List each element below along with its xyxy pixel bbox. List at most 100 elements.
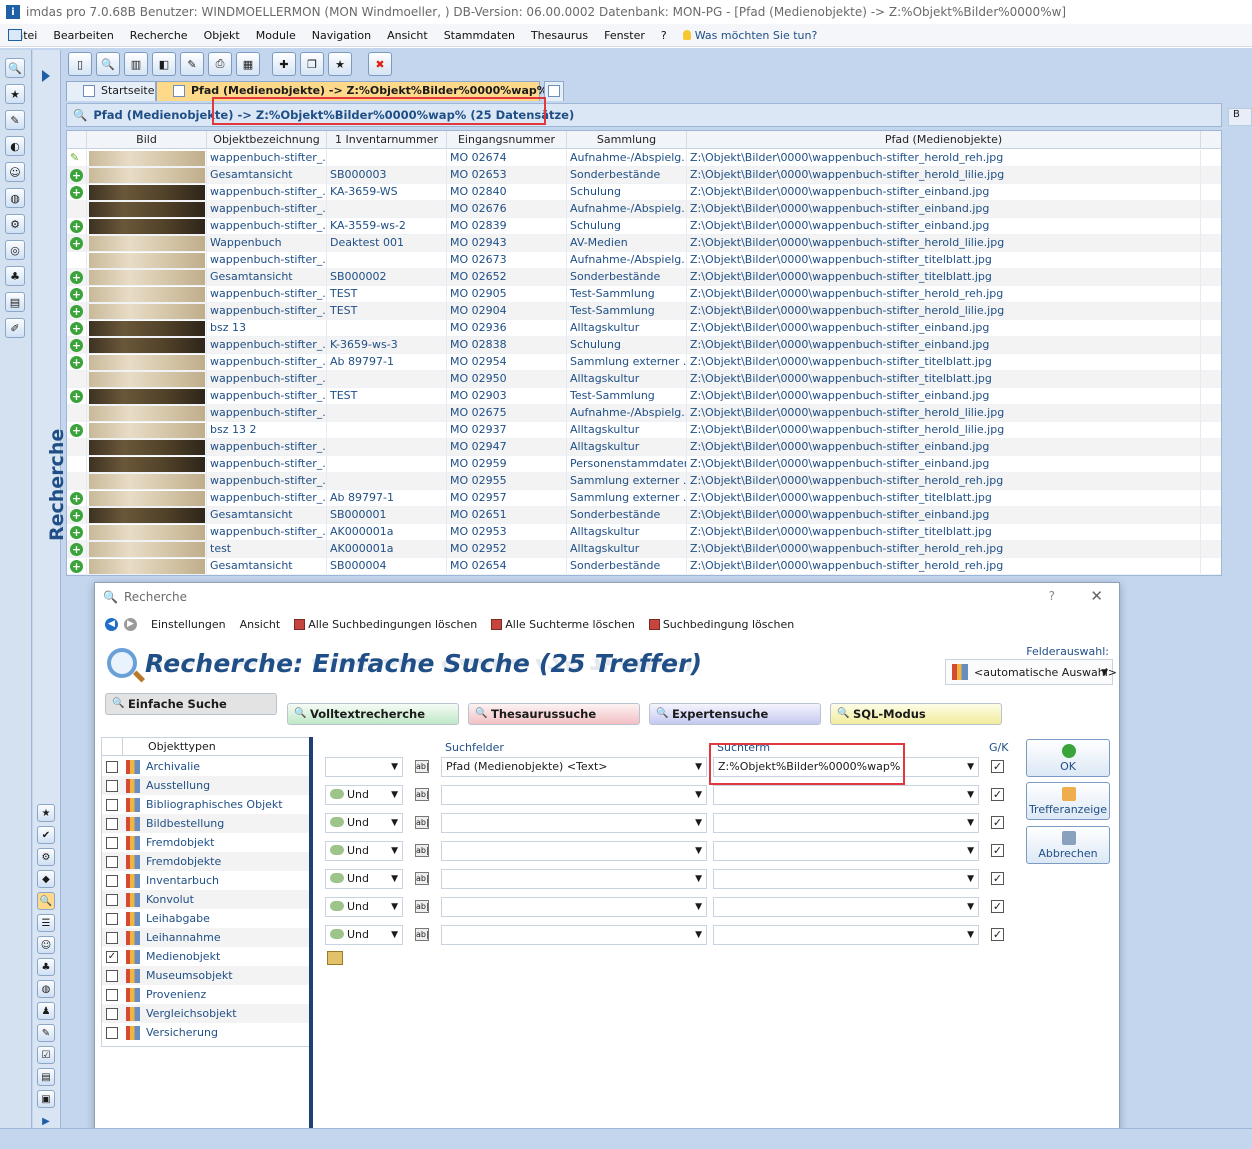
person-icon[interactable]: ♟ [37,1002,55,1020]
menu-bearbeiten[interactable]: Bearbeiten [45,29,121,42]
note-icon[interactable]: ✎ [37,1024,55,1042]
felderauswahl-select[interactable]: <automatische Auswahl> ▼ [945,659,1117,685]
table-row[interactable]: + Gesamtansicht SB000004 MO 02654 Sonderbest… [67,558,1221,575]
table-row[interactable]: wappenbuch-stifter_... MO 02676 Aufnahme-/… [67,201,1221,218]
suchfeld-select[interactable]: ▼ [441,785,707,805]
objekttyp-item[interactable]: Inventarbuch [102,871,310,890]
suchterm-input[interactable]: ▼ [713,869,979,889]
col-sammlung[interactable]: Sammlung [567,131,687,148]
table-row[interactable]: ✎ wappenbuch-stifter_... MO 02674 Aufnahme-… [67,150,1221,167]
operator-select[interactable]: Und ▼ [325,869,403,889]
gk-checkbox[interactable]: ✓ [991,760,1004,773]
target-icon[interactable]: ◎ [5,240,25,260]
save-icon[interactable]: ▦ [236,52,260,76]
text-type-icon[interactable]: ab| [415,788,429,801]
menu-module[interactable]: Module [248,29,304,42]
col-objektbezeichnung[interactable]: Objektbezeichnung [207,131,327,148]
gk-checkbox[interactable]: ✓ [991,900,1004,913]
tab-startseite[interactable]: Startseite [66,81,156,101]
plus-icon[interactable]: + [70,186,83,199]
table-row[interactable]: + wappenbuch-stifter_... KA-3559-ws-2 MO 02… [67,218,1221,235]
operator-select[interactable]: Und ▼ [325,785,403,805]
operator-select[interactable]: Und ▼ [325,925,403,945]
mode-expertensuche[interactable]: 🔍 Expertensuche [649,703,821,725]
operator-select[interactable]: Und ▼ [325,841,403,861]
objekttyp-checkbox[interactable] [106,912,118,925]
menu-ansicht[interactable]: Ansicht [379,29,436,42]
plus-icon[interactable]: + [70,237,83,250]
image-icon[interactable]: ▤ [5,292,25,312]
plus-icon[interactable]: + [70,356,83,369]
tools-icon[interactable]: ⚙ [5,214,25,234]
col-pfad[interactable]: Pfad (Medienobjekte) [687,131,1201,148]
col-eingangsnummer[interactable]: Eingangsnummer [447,131,567,148]
objekttyp-item[interactable]: Museumsobjekt [102,966,310,985]
table-row[interactable]: wappenbuch-stifter_... MO 02675 Aufnahme-/… [67,405,1221,422]
suchterm-input[interactable]: ▼ [713,925,979,945]
menu-objekt[interactable]: Objekt [196,29,248,42]
back-icon[interactable]: ◀ [105,617,118,631]
window-icon[interactable]: ▥ [124,52,148,76]
add-condition-icon[interactable] [327,951,343,965]
text-type-icon[interactable]: ab| [415,872,429,885]
globe-icon[interactable]: ◍ [37,980,55,998]
suchfeld-select[interactable]: ▼ [441,841,707,861]
star-record-icon[interactable]: ★ [328,52,352,76]
plus-icon[interactable]: + [70,220,83,233]
plus-icon[interactable]: + [70,492,83,505]
table-row[interactable]: + Gesamtansicht SB000003 MO 02653 Sonderbest… [67,167,1221,184]
table-row[interactable]: wappenbuch-stifter_... MO 02673 Aufnahme-/… [67,252,1221,269]
suchfeld-select[interactable]: ▼ [441,813,707,833]
col-bild[interactable]: Bild [87,131,207,148]
plus-icon[interactable]: + [70,543,83,556]
search-icon[interactable]: 🔍 [37,892,55,910]
people-icon[interactable]: ☺ [5,162,25,182]
objekttyp-checkbox[interactable] [106,931,118,944]
tag-icon[interactable]: ◆ [37,870,55,888]
objekttyp-item[interactable]: Ausstellung [102,776,310,795]
plus-icon[interactable]: + [70,339,83,352]
objekttyp-checkbox[interactable]: ✓ [106,950,118,963]
objekttyp-item[interactable]: Archivalie [102,757,310,776]
document-icon[interactable]: ▤ [37,1068,55,1086]
menu-clear-terms[interactable]: Alle Suchterme löschen [491,618,635,631]
picture-icon[interactable]: ▣ [37,1090,55,1108]
forward-icon[interactable]: ▶ [124,617,137,631]
objekttyp-item[interactable]: Bildbestellung [102,814,310,833]
print-icon[interactable]: ⎙ [208,52,232,76]
plus-icon[interactable]: + [70,271,83,284]
text-type-icon[interactable]: ab| [415,900,429,913]
delete-icon[interactable]: ✖ [368,52,392,76]
table-row[interactable]: + wappenbuch-stifter_... AK000001a MO 02953… [67,524,1221,541]
objekttyp-item[interactable]: Bibliographisches Objekt [102,795,310,814]
side-panel-tab[interactable]: B [1228,108,1252,126]
trefferanzeige-button[interactable]: Trefferanzeige [1026,782,1110,820]
gk-checkbox[interactable]: ✓ [991,816,1004,829]
search-icon[interactable]: 🔍 [5,58,25,78]
objekttyp-checkbox[interactable] [106,836,118,849]
table-row[interactable]: + bsz 13 2 MO 02937 Alltagskultur Z:\Objekt\… [67,422,1221,439]
checklist-icon[interactable]: ☑ [37,1046,55,1064]
table-row[interactable]: + wappenbuch-stifter_... Ab 89797-1 MO 0295… [67,490,1221,507]
menu-einstellungen[interactable]: Einstellungen [151,618,226,631]
pencil-icon[interactable]: ✎ [5,110,25,130]
menu-recherche[interactable]: Recherche [122,29,196,42]
suchfeld-select[interactable]: ▼ [441,897,707,917]
gk-checkbox[interactable]: ✓ [991,928,1004,941]
plus-icon[interactable]: + [70,390,83,403]
table-row[interactable]: + wappenbuch-stifter_... KA-3659-WS MO 0284… [67,184,1221,201]
menu-ansicht[interactable]: Ansicht [240,618,281,631]
objekttyp-item[interactable]: Fremdobjekte [102,852,310,871]
map-icon[interactable]: ◧ [152,52,176,76]
folder-icon[interactable]: ★ [5,84,25,104]
objekttyp-checkbox[interactable] [106,1007,118,1020]
objekttyp-checkbox[interactable] [106,798,118,811]
gk-checkbox[interactable]: ✓ [991,844,1004,857]
table-row[interactable]: + test AK000001a MO 02952 Alltagskultur Z:\Ob… [67,541,1221,558]
pencil-icon[interactable]: ✎ [180,52,204,76]
objekttyp-checkbox[interactable] [106,817,118,830]
suchfeld-select[interactable]: ▼ [441,869,707,889]
gear-icon[interactable]: ⚙ [37,848,55,866]
splitter[interactable] [309,737,313,1137]
table-row[interactable]: wappenbuch-stifter_... MO 02955 Sammlung e… [67,473,1221,490]
